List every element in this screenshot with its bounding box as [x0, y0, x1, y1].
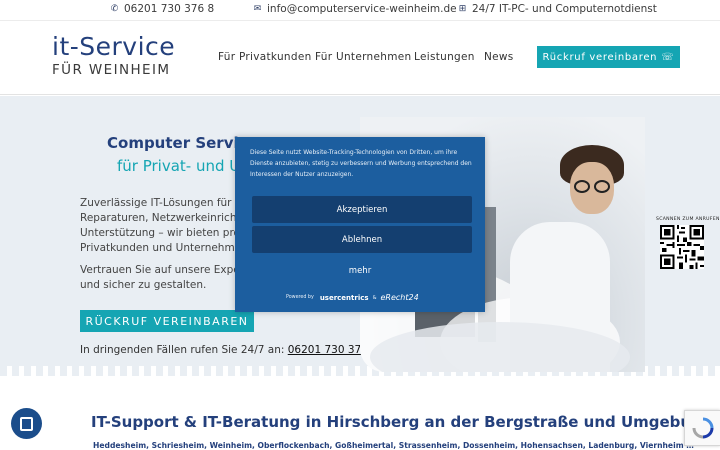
phone-callback-icon: ☏ — [661, 51, 675, 63]
site-header: it-Service FÜR WEINHEIM Für Privatkunden… — [0, 21, 720, 95]
hero-paragraph2-line2: und sicher zu gestalten. — [80, 279, 207, 291]
urgent-label: In dringenden Fällen rufen Sie 24/7 an: — [80, 344, 288, 356]
usercentrics-logo[interactable]: usercentrics — [320, 294, 369, 302]
chat-widget-icon — [20, 416, 33, 431]
hero-urgent-text: In dringenden Fällen rufen Sie 24/7 an: … — [80, 344, 378, 356]
topbar-email-text: info@computerservice-weinheim.de — [267, 3, 457, 15]
topbar-emergency[interactable]: ⊞ 24/7 IT-PC- und Computernotdienst — [458, 3, 657, 15]
nav-unternehmen[interactable]: Für Unternehmen — [315, 51, 411, 63]
phone-icon: ✆ — [110, 4, 119, 14]
accept-button[interactable]: Akzeptieren — [252, 196, 472, 223]
decline-button[interactable]: Ablehnen — [252, 226, 472, 253]
plus-square-icon: ⊞ — [458, 4, 467, 14]
qr-code[interactable] — [660, 225, 704, 269]
topbar-emergency-text: 24/7 IT-PC- und Computernotdienst — [472, 3, 657, 15]
hero-callback-button[interactable]: RÜCKRUF VEREINBAREN — [80, 310, 254, 332]
nav-news[interactable]: News — [484, 51, 514, 63]
glasses-left — [574, 180, 590, 193]
site-logo[interactable]: it-Service FÜR WEINHEIM — [52, 32, 176, 79]
erecht24-logo[interactable]: eRecht24 — [380, 293, 418, 302]
powered-amp: & — [372, 294, 377, 301]
chat-widget-button[interactable] — [11, 408, 42, 439]
more-link[interactable]: mehr — [235, 266, 485, 276]
topbar-phone-text: 06201 730 376 8 — [124, 3, 215, 15]
topbar-phone[interactable]: ✆ 06201 730 376 8 — [110, 3, 214, 15]
consent-text: Diese Seite nutzt Website-Tracking-Techn… — [250, 149, 472, 178]
nav-leistungen[interactable]: Leistungen — [414, 51, 475, 63]
section-title: IT-Support & IT-Beratung in Hirschberg a… — [91, 413, 713, 431]
top-contact-bar: ✆ 06201 730 376 8 ✉ info@computerservice… — [0, 0, 720, 21]
logo-line2: FÜR WEINHEIM — [52, 62, 171, 78]
consent-powered-by: Powered by usercentrics & eRecht24 — [286, 293, 419, 302]
hero-subtitle: für Privat- und Ur — [117, 157, 247, 175]
recaptcha-badge[interactable] — [684, 410, 720, 446]
hero-paragraph1-line3: Unterstützung – wir bieten profess — [80, 227, 262, 239]
mail-icon: ✉ — [253, 4, 262, 14]
hero-paragraph1-line2: Reparaturen, Netzwerkeinrichtung — [80, 212, 261, 224]
header-callback-button[interactable]: Rückruf vereinbaren ☏ — [537, 46, 680, 68]
section-towns: Heddesheim, Schriesheim, Weinheim, Oberf… — [93, 441, 694, 450]
recaptcha-icon — [692, 417, 713, 439]
logo-line1: it-Service — [52, 32, 176, 61]
cookie-consent-dialog: Diese Seite nutzt Website-Tracking-Techn… — [235, 137, 485, 312]
header-callback-label: Rückruf vereinbaren — [542, 51, 658, 63]
qr-label: SCANNEN ZUM ANRUFEN — [656, 217, 720, 222]
powered-by-label: Powered by — [286, 295, 314, 300]
glasses-right — [594, 180, 610, 193]
topbar-email[interactable]: ✉ info@computerservice-weinheim.de — [253, 3, 457, 15]
hero-paragraph1-line4: Privatkunden und Unternehmen. — [80, 242, 252, 254]
nav-privatkunden[interactable]: Für Privatkunden — [218, 51, 312, 63]
